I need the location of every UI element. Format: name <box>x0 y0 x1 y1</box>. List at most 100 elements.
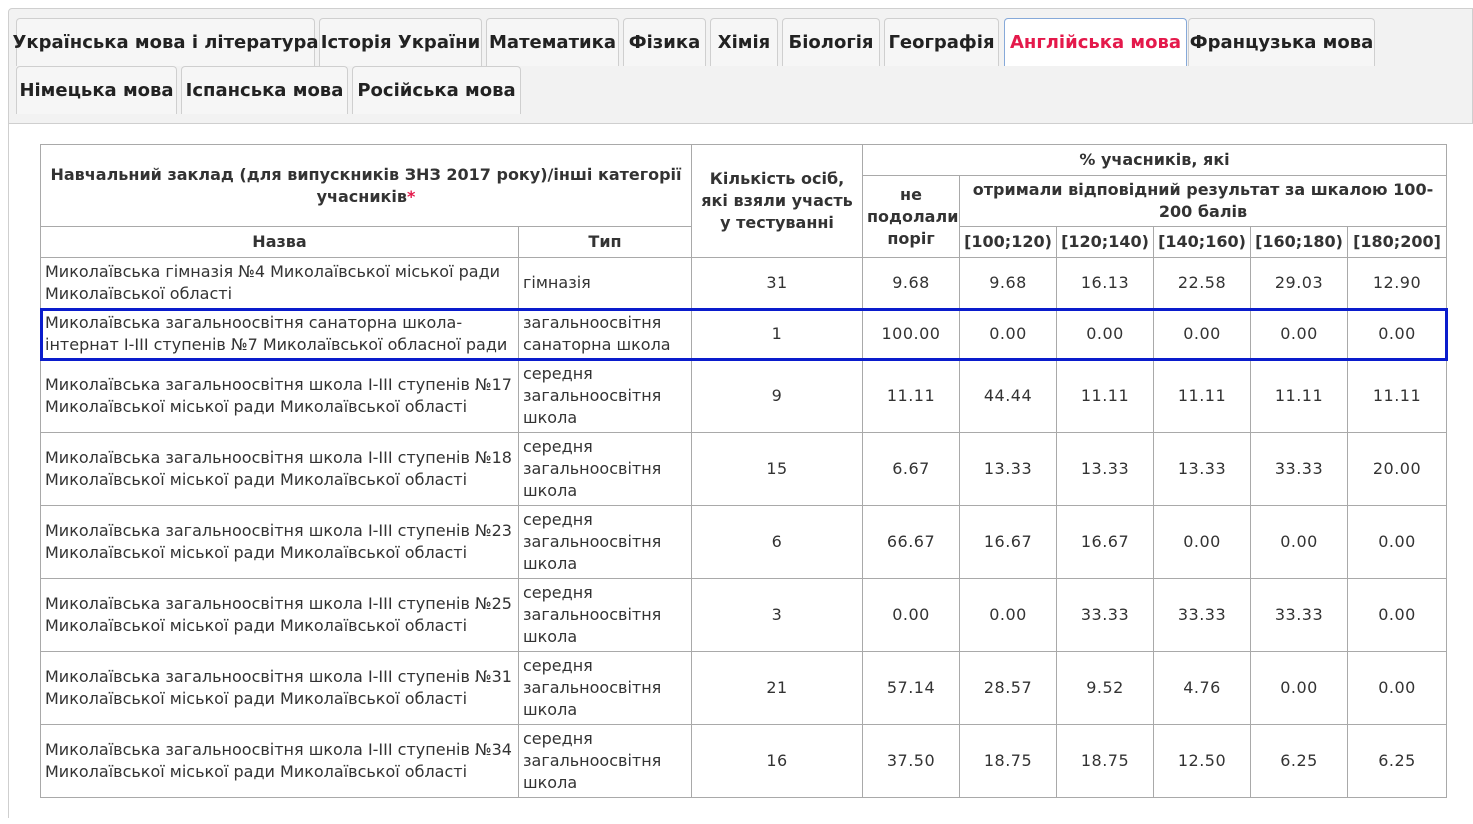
cell-range: 44.44 <box>959 359 1057 433</box>
cell-range: 0.00 <box>1250 651 1348 725</box>
cell-range: 0.00 <box>1250 505 1348 579</box>
cell-type: середня загальноосвітня школа <box>518 724 692 798</box>
cell-range: 16.13 <box>1056 257 1154 309</box>
header-range-160-180: [160;180) <box>1250 226 1348 258</box>
cell-range: 0.00 <box>1346 651 1448 725</box>
header-name: Назва <box>40 226 519 258</box>
header-institution: Навчальний заклад (для випускників ЗНЗ 2… <box>40 144 692 227</box>
table-row[interactable]: Миколаївська загальноосвітня школа І-ІІІ… <box>40 505 1448 579</box>
cell-name: Миколаївська загальноосвітня школа І-ІІІ… <box>40 651 519 725</box>
header-percent-group: % учасників, які <box>861 144 1448 176</box>
cell-range: 13.33 <box>959 432 1057 506</box>
header-range-120-140: [120;140) <box>1056 226 1154 258</box>
table-row[interactable]: Миколаївська загальноосвітня школа І-ІІІ… <box>40 359 1448 433</box>
tab-spanish[interactable]: Іспанська мова <box>181 66 348 114</box>
header-institution-text: Навчальний заклад (для випускників ЗНЗ 2… <box>50 164 682 206</box>
cell-count: 15 <box>691 432 863 506</box>
tab-physics[interactable]: Фізика <box>623 18 706 66</box>
cell-count: 21 <box>691 651 863 725</box>
cell-not-passed: 66.67 <box>862 505 960 579</box>
table-row[interactable]: Миколаївська загальноосвітня школа І-ІІІ… <box>40 578 1448 652</box>
cell-range: 0.00 <box>959 308 1057 360</box>
cell-range: 28.57 <box>959 651 1057 725</box>
cell-range: 29.03 <box>1250 257 1348 309</box>
tab-german[interactable]: Німецька мова <box>16 66 177 114</box>
tab-russian[interactable]: Російська мова <box>352 66 521 114</box>
header-range-140-160: [140;160) <box>1153 226 1251 258</box>
cell-range: 16.67 <box>1056 505 1154 579</box>
tab-chemistry[interactable]: Хімія <box>710 18 778 66</box>
cell-type: середня загальноосвітня школа <box>518 651 692 725</box>
cell-range: 0.00 <box>1346 578 1448 652</box>
cell-range: 18.75 <box>1056 724 1154 798</box>
cell-name: Миколаївська загальноосвітня школа І-ІІІ… <box>40 432 519 506</box>
cell-count: 9 <box>691 359 863 433</box>
cell-type: середня загальноосвітня школа <box>518 505 692 579</box>
tab-history-ukraine[interactable]: Історія України <box>319 18 482 66</box>
table-row-selected[interactable]: Миколаївська загальноосвітня санаторна ш… <box>39 307 1448 361</box>
cell-range: 12.50 <box>1153 724 1251 798</box>
cell-range: 0.00 <box>1346 505 1448 579</box>
header-range-180-200: [180;200] <box>1346 226 1448 258</box>
cell-range: 0.00 <box>1153 505 1251 579</box>
table-row[interactable]: Миколаївська загальноосвітня школа І-ІІІ… <box>40 651 1448 725</box>
cell-count: 3 <box>691 578 863 652</box>
required-mark: * <box>407 186 416 206</box>
cell-range: 22.58 <box>1153 257 1251 309</box>
cell-type: гімназія <box>518 257 692 309</box>
cell-range: 11.11 <box>1250 359 1348 433</box>
cell-name: Миколаївська загальноосвітня санаторна ш… <box>40 308 519 360</box>
cell-not-passed: 6.67 <box>862 432 960 506</box>
tab-french[interactable]: Французька мова <box>1188 18 1375 66</box>
cell-name: Миколаївська гімназія №4 Миколаївської м… <box>40 257 519 309</box>
cell-range: 0.00 <box>1250 308 1348 360</box>
cell-type: середня загальноосвітня школа <box>518 359 692 433</box>
cell-range: 9.52 <box>1056 651 1154 725</box>
cell-range: 18.75 <box>959 724 1057 798</box>
tab-mathematics[interactable]: Математика <box>486 18 619 66</box>
cell-range: 6.25 <box>1346 724 1448 798</box>
cell-count: 6 <box>691 505 863 579</box>
header-count: Кількість осіб, які взяли участь у тесту… <box>691 144 863 258</box>
cell-count: 16 <box>691 724 863 798</box>
cell-range: 33.33 <box>1153 578 1251 652</box>
cell-range: 0.00 <box>959 578 1057 652</box>
cell-name: Миколаївська загальноосвітня школа І-ІІІ… <box>40 505 519 579</box>
cell-range: 0.00 <box>1346 308 1448 360</box>
cell-count: 31 <box>691 257 863 309</box>
cell-range: 13.33 <box>1153 432 1251 506</box>
tab-biology[interactable]: Біологія <box>782 18 880 66</box>
cell-not-passed: 57.14 <box>862 651 960 725</box>
tab-geography[interactable]: Географія <box>884 18 999 66</box>
results-table: Навчальний заклад (для випускників ЗНЗ 2… <box>39 144 1448 798</box>
cell-range: 11.11 <box>1346 359 1448 433</box>
table-row[interactable]: Миколаївська гімназія №4 Миколаївської м… <box>40 257 1448 309</box>
table-row[interactable]: Миколаївська загальноосвітня школа І-ІІІ… <box>40 432 1448 506</box>
cell-range: 0.00 <box>1153 308 1251 360</box>
cell-range: 33.33 <box>1250 578 1348 652</box>
tab-row-2: Німецька мова Іспанська мова Російська м… <box>16 66 1471 114</box>
cell-type: загальноосвітня санаторна школа <box>518 308 692 360</box>
results-content: Навчальний заклад (для випускників ЗНЗ 2… <box>9 123 1473 824</box>
tab-english[interactable]: Англійська мова <box>1004 18 1187 66</box>
header-range-100-120: [100;120) <box>959 226 1057 258</box>
cell-count: 1 <box>691 308 863 360</box>
cell-range: 20.00 <box>1346 432 1448 506</box>
header-not-passed: не подолали поріг <box>862 175 960 258</box>
cell-range: 6.25 <box>1250 724 1348 798</box>
cell-type: середня загальноосвітня школа <box>518 578 692 652</box>
cell-range: 33.33 <box>1250 432 1348 506</box>
cell-not-passed: 0.00 <box>862 578 960 652</box>
cell-range: 11.11 <box>1153 359 1251 433</box>
cell-range: 13.33 <box>1056 432 1154 506</box>
cell-not-passed: 37.50 <box>862 724 960 798</box>
header-scale-group: отримали відповідний результат за шкалою… <box>958 175 1448 227</box>
cell-not-passed: 9.68 <box>862 257 960 309</box>
cell-range: 16.67 <box>959 505 1057 579</box>
table-row[interactable]: Миколаївська загальноосвітня школа І-ІІІ… <box>40 724 1448 798</box>
cell-name: Миколаївська загальноосвітня школа І-ІІІ… <box>40 359 519 433</box>
subject-tabs: Українська мова і література Історія Укр… <box>13 18 1471 114</box>
tab-ukrainian-literature[interactable]: Українська мова і література <box>13 18 318 66</box>
cell-range: 0.00 <box>1056 308 1154 360</box>
cell-name: Миколаївська загальноосвітня школа І-ІІІ… <box>40 578 519 652</box>
